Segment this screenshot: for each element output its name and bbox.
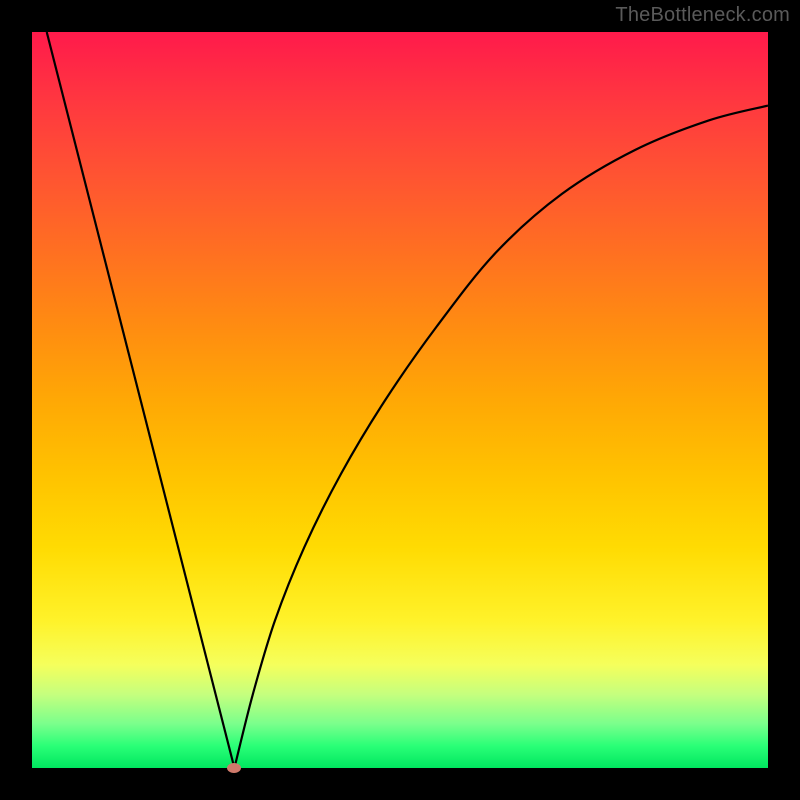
minimum-marker [227, 763, 241, 773]
chart-frame: TheBottleneck.com [0, 0, 800, 800]
right-branch-line [234, 106, 768, 768]
curve-layer [32, 32, 768, 768]
watermark-text: TheBottleneck.com [615, 4, 790, 27]
left-branch-line [47, 32, 235, 768]
